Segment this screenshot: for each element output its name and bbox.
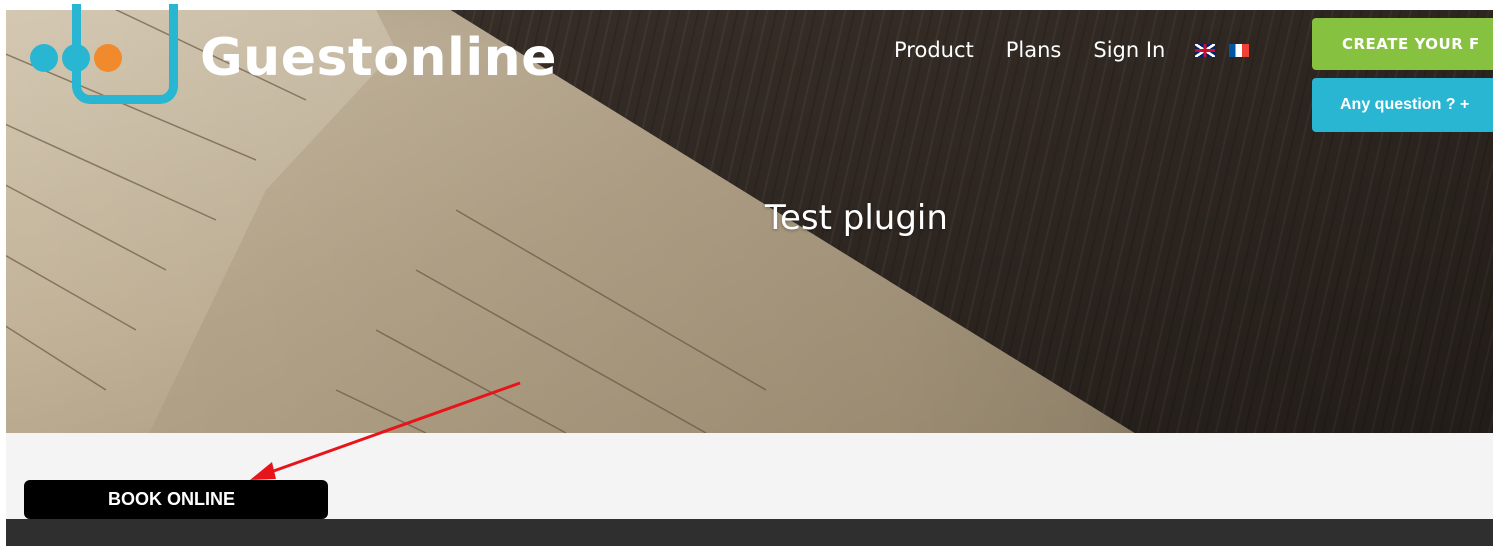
hero-title-container: Test plugin: [765, 198, 948, 238]
fr-flag-icon[interactable]: [1229, 43, 1250, 57]
uk-flag-icon[interactable]: [1195, 43, 1216, 57]
dark-footer-bar: [6, 519, 1493, 546]
guestonline-logo[interactable]: Guestonline: [30, 4, 570, 105]
page-title: Test plugin: [765, 198, 948, 238]
nav-plans-link[interactable]: Plans: [1006, 38, 1062, 62]
logo-dot-orange: [94, 44, 122, 72]
any-question-button[interactable]: Any question ? +: [1312, 78, 1493, 132]
logo-mark-icon: [30, 4, 190, 105]
nav-sign-in-link[interactable]: Sign In: [1093, 38, 1165, 62]
nav-product-link[interactable]: Product: [894, 38, 974, 62]
main-nav: Product Plans Sign In: [894, 38, 1250, 62]
create-account-button[interactable]: CREATE YOUR F: [1312, 18, 1493, 70]
logo-dot-blue-2: [62, 44, 90, 72]
language-switcher: [1195, 43, 1250, 57]
book-online-button[interactable]: BOOK ONLINE: [24, 480, 328, 519]
logo-text: Guestonline: [200, 27, 557, 88]
logo-dot-blue-1: [30, 44, 58, 72]
